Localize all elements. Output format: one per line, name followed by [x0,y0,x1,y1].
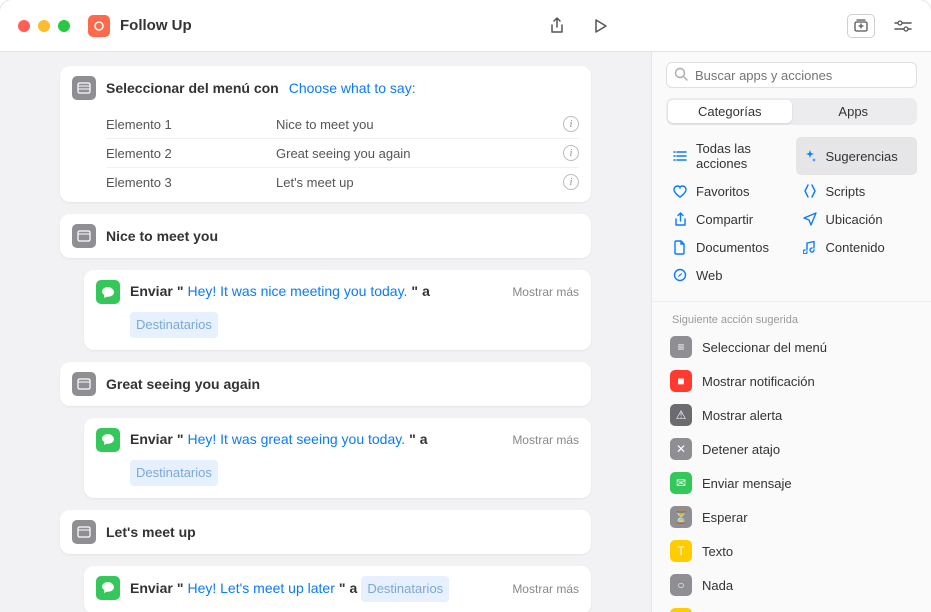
category-fav[interactable]: Favoritos [666,179,788,203]
search-field[interactable] [666,62,917,88]
location-icon [802,211,818,227]
case-title: Great seeing you again [106,376,260,392]
suggestion-item[interactable]: TTexto [662,534,921,568]
action-send-message[interactable]: Enviar " Hey! It was nice meeting you to… [84,270,591,350]
category-sugg[interactable]: Sugerencias [796,137,918,175]
menu-case-icon [72,224,96,248]
show-more-button[interactable]: Mostrar más [512,282,579,302]
suggestion-item[interactable]: ⏳Esperar [662,500,921,534]
message-token[interactable]: Hey! It was great seeing you today. [187,428,405,452]
list-icon [672,148,688,164]
menu-item-row[interactable]: Elemento 2 Great seeing you again i [106,138,579,167]
suggestion-item[interactable]: ≡Seleccionar del menú [662,330,921,364]
window-controls [18,20,70,32]
message-token[interactable]: Hey! It was nice meeting you today. [187,280,407,304]
category-list: Todas las accionesSugerencias Favoritos Sc… [652,135,931,297]
suggestion-item[interactable]: ○Nada [662,568,921,602]
suggestion-list: ≡Seleccionar del menú■Mostrar notificaci… [652,330,931,612]
action-glyph-icon: ⏳ [670,506,692,528]
doc-icon [672,239,688,255]
search-input[interactable] [666,62,917,88]
suggestion-item[interactable]: ✉Enviar mensaje [662,466,921,500]
shortcut-editor: Seleccionar del menú con Choose what to … [0,52,651,612]
case-title: Nice to meet you [106,228,218,244]
suggestion-item[interactable]: ⚠Mostrar alerta [662,398,921,432]
tab-categories[interactable]: Categorías [668,100,792,123]
action-glyph-icon: ▣ [670,608,692,612]
segmented-control: Categorías Apps [666,98,917,125]
recipients-placeholder[interactable]: Destinatarios [361,576,449,602]
info-icon[interactable]: i [563,174,579,190]
music-icon [802,239,818,255]
action-glyph-icon: ■ [670,370,692,392]
recipients-placeholder[interactable]: Destinatarios [130,312,218,338]
action-send-message[interactable]: Enviar " Hey! It was great seeing you to… [84,418,591,498]
menu-prompt-token[interactable]: Choose what to say: [289,80,416,96]
search-icon [674,67,688,81]
settings-sliders-icon[interactable] [893,16,913,36]
case-title: Let's meet up [106,524,196,540]
menu-case-header[interactable]: Nice to meet you [60,214,591,258]
menu-case-icon [72,372,96,396]
menu-item-row[interactable]: Elemento 3 Let's meet up i [106,167,579,196]
minimize-window-button[interactable] [38,20,50,32]
menu-action-icon [72,76,96,100]
fullscreen-window-button[interactable] [58,20,70,32]
action-glyph-icon: T [670,540,692,562]
action-glyph-icon: ≡ [670,336,692,358]
menu-case-header[interactable]: Great seeing you again [60,362,591,406]
category-location[interactable]: Ubicación [796,207,918,231]
heart-icon [672,183,688,199]
messages-app-icon [96,428,120,452]
window-title: Follow Up [120,17,192,34]
share-icon [672,211,688,227]
script-icon [802,183,818,199]
action-glyph-icon: ⚠ [670,404,692,426]
suggestion-item[interactable]: ✕Detener atajo [662,432,921,466]
action-send-message[interactable]: Enviar " Hey! Let's meet up later " a De… [84,566,591,612]
suggestion-item[interactable]: ■Mostrar notificación [662,364,921,398]
share-icon[interactable] [547,16,567,36]
menu-case-icon [72,520,96,544]
show-more-button[interactable]: Mostrar más [512,430,579,450]
category-docs[interactable]: Documentos [666,235,788,259]
show-more-button[interactable]: Mostrar más [512,579,579,599]
library-icon[interactable] [847,14,875,38]
suggestion-item[interactable]: ▣Mostrar resultado [662,602,921,612]
messages-app-icon [96,280,120,304]
menu-case-header[interactable]: Let's meet up [60,510,591,554]
category-web[interactable]: Web [666,263,788,287]
action-library-sidebar: Categorías Apps Todas las accionesSugere… [651,52,931,612]
shortcut-icon [88,15,110,37]
menu-action-label: Seleccionar del menú con [106,80,279,96]
messages-app-icon [96,576,120,600]
recipients-placeholder[interactable]: Destinatarios [130,460,218,486]
menu-items-list: Elemento 1 Nice to meet you i Elemento 2… [60,110,591,202]
suggestions-header: Siguiente acción sugerida [652,306,931,330]
action-glyph-icon: ○ [670,574,692,596]
safari-icon [672,267,688,283]
info-icon[interactable]: i [563,145,579,161]
sparkle-icon [802,148,818,164]
message-token[interactable]: Hey! Let's meet up later [187,577,334,601]
menu-item-row[interactable]: Elemento 1 Nice to meet you i [106,110,579,138]
category-all[interactable]: Todas las acciones [666,137,788,175]
run-icon[interactable] [591,16,611,36]
close-window-button[interactable] [18,20,30,32]
titlebar: Follow Up [0,0,931,52]
tab-apps[interactable]: Apps [792,100,916,123]
info-icon[interactable]: i [563,116,579,132]
action-glyph-icon: ✉ [670,472,692,494]
category-share[interactable]: Compartir [666,207,788,231]
action-glyph-icon: ✕ [670,438,692,460]
category-scripts[interactable]: Scripts [796,179,918,203]
category-content[interactable]: Contenido [796,235,918,259]
action-choose-from-menu[interactable]: Seleccionar del menú con Choose what to … [60,66,591,202]
